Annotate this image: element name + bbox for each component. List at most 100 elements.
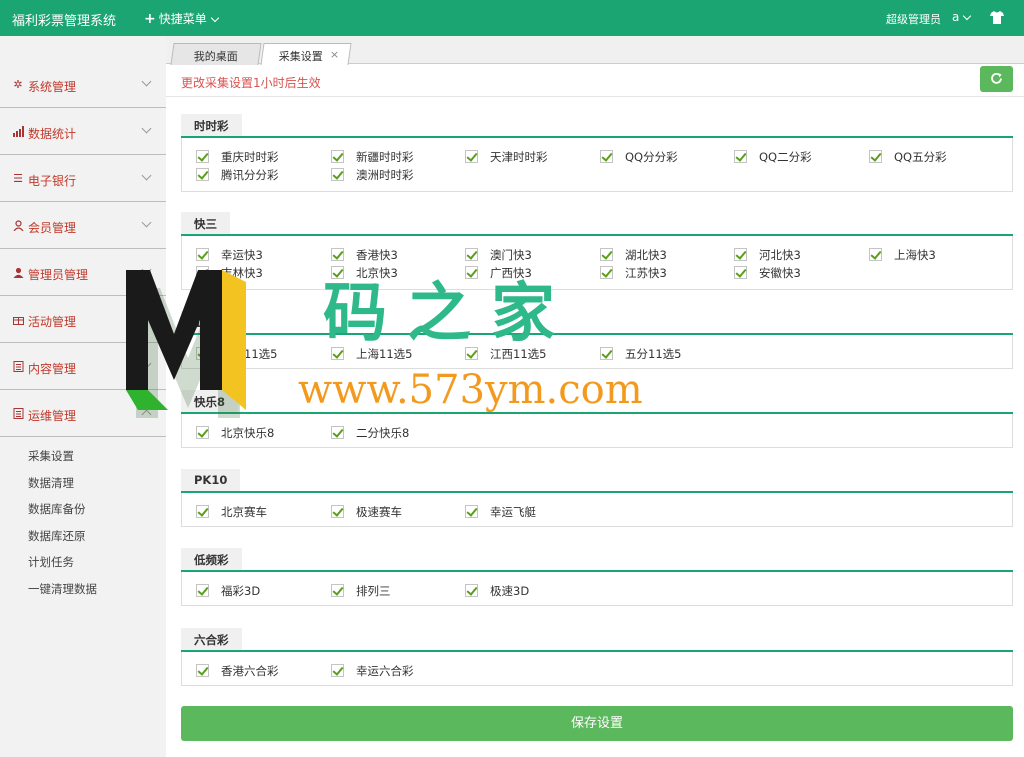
list-icon: ☰ <box>13 172 23 185</box>
checkbox-checked-icon[interactable] <box>331 150 344 163</box>
checkbox-checked-icon[interactable] <box>331 266 344 279</box>
checkbox-checked-icon[interactable] <box>331 168 344 181</box>
checkbox-label: 五分11选5 <box>625 347 682 361</box>
checkbox-checked-icon[interactable] <box>465 266 478 279</box>
group-title: 快乐8 <box>181 390 239 412</box>
group-title: PK10 <box>181 469 241 491</box>
checkbox-label: QQ二分彩 <box>759 150 812 164</box>
bar-chart-icon <box>12 126 24 138</box>
gift-icon <box>12 314 24 326</box>
group-header: 六合彩 <box>181 628 1013 652</box>
group-options: 重庆时时彩 新疆时时彩 天津时时彩 QQ分分彩 QQ二分彩 QQ五分彩 腾讯分分彩 澳洲时时彩 <box>181 138 1013 192</box>
checkbox-checked-icon[interactable] <box>600 266 613 279</box>
checkbox-checked-icon[interactable] <box>465 150 478 163</box>
checkbox-label: 极速赛车 <box>356 505 402 519</box>
chevron-down-icon <box>141 264 152 275</box>
checkbox-checked-icon[interactable] <box>600 150 613 163</box>
tab-bar: 我的桌面 采集设置 × <box>166 36 1024 65</box>
subnav-item-backup[interactable]: 数据库备份 <box>28 501 86 517</box>
checkbox-checked-icon[interactable] <box>734 266 747 279</box>
checkbox-checked-icon[interactable] <box>331 248 344 261</box>
checkbox-checked-icon[interactable] <box>734 248 747 261</box>
sidebar-item-label: 会员管理 <box>28 221 77 235</box>
group-header: PK10 <box>181 469 1013 493</box>
subnav-item-tasks[interactable]: 计划任务 <box>28 554 74 570</box>
checkbox-checked-icon[interactable] <box>465 584 478 597</box>
subnav-item-collect[interactable]: 采集设置 <box>28 448 74 464</box>
checkbox-checked-icon[interactable] <box>465 248 478 261</box>
checkbox-checked-icon[interactable] <box>331 347 344 360</box>
notice-text: 更改采集设置1小时后生效 <box>181 76 321 90</box>
chevron-down-icon <box>963 11 972 21</box>
checkbox-checked-icon[interactable] <box>196 584 209 597</box>
checkbox-checked-icon[interactable] <box>869 150 882 163</box>
chevron-down-icon <box>141 311 152 322</box>
checkbox-checked-icon[interactable] <box>734 150 747 163</box>
refresh-button[interactable] <box>980 66 1013 92</box>
checkbox-checked-icon[interactable] <box>196 266 209 279</box>
checkbox-checked-icon[interactable] <box>196 150 209 163</box>
sidebar-item-label: 系统管理 <box>28 80 77 94</box>
checkbox-label: 重庆时时彩 <box>221 150 279 164</box>
checkbox-checked-icon[interactable] <box>196 168 209 181</box>
group-title: 低频彩 <box>181 548 242 570</box>
chevron-down-icon <box>141 123 152 134</box>
gear-icon: ✲ <box>13 78 23 91</box>
sidebar-item-label: 活动管理 <box>28 315 77 329</box>
tab-label: 采集设置 <box>278 50 323 63</box>
checkbox-label: 江西11选5 <box>490 347 547 361</box>
checkbox-label: QQ五分彩 <box>894 150 947 164</box>
checkbox-label: 北京快3 <box>356 266 398 280</box>
checkbox-label: 澳洲时时彩 <box>356 168 414 182</box>
tab-collect-settings[interactable]: 采集设置 × <box>260 43 352 65</box>
sidebar-item-ops[interactable]: 运维管理 <box>0 391 166 437</box>
subnav-item-restore[interactable]: 数据库还原 <box>28 528 86 544</box>
quick-menu-button[interactable]: + 快捷菜单 <box>144 10 219 27</box>
checkbox-checked-icon[interactable] <box>331 505 344 518</box>
checkbox-checked-icon[interactable] <box>465 505 478 518</box>
sidebar-item-ebank[interactable]: ☰ 电子银行 <box>0 156 166 202</box>
group-options: 广东11选5 上海11选5 江西11选5 五分11选5 <box>181 335 1013 369</box>
admin-role-label: 超级管理员 <box>886 13 941 26</box>
user-menu[interactable]: a <box>952 10 972 24</box>
tab-desktop[interactable]: 我的桌面 <box>170 43 262 65</box>
checkbox-label: 广西快3 <box>490 266 532 280</box>
checkbox-label: QQ分分彩 <box>625 150 678 164</box>
sidebar-item-activities[interactable]: 活动管理 <box>0 297 166 343</box>
checkbox-checked-icon[interactable] <box>465 347 478 360</box>
checkbox-checked-icon[interactable] <box>196 248 209 261</box>
checkbox-checked-icon[interactable] <box>196 664 209 677</box>
checkbox-checked-icon[interactable] <box>331 426 344 439</box>
checkbox-checked-icon[interactable] <box>600 347 613 360</box>
checkbox-checked-icon[interactable] <box>196 347 209 360</box>
checkbox-label: 极速3D <box>490 584 530 598</box>
sidebar-item-system[interactable]: ✲ 系统管理 <box>0 62 166 108</box>
subnav-item-clean[interactable]: 数据清理 <box>28 475 74 491</box>
sidebar-item-admins[interactable]: 管理员管理 <box>0 250 166 296</box>
checkbox-checked-icon[interactable] <box>196 426 209 439</box>
checkbox-checked-icon[interactable] <box>331 584 344 597</box>
sidebar-item-label: 数据统计 <box>28 127 77 141</box>
checkbox-label: 江苏快3 <box>625 266 667 280</box>
checkbox-checked-icon[interactable] <box>600 248 613 261</box>
checkbox-checked-icon[interactable] <box>331 664 344 677</box>
subnav-item-oneclick-clean[interactable]: 一键清理数据 <box>28 581 97 597</box>
sidebar-item-members[interactable]: 会员管理 <box>0 203 166 249</box>
user-name: a <box>952 10 960 24</box>
checkbox-checked-icon[interactable] <box>869 248 882 261</box>
checkbox-label: 澳门快3 <box>490 248 532 262</box>
checkbox-label: 安徽快3 <box>759 266 801 280</box>
divider <box>166 96 1024 97</box>
document-icon <box>12 408 24 420</box>
group-options: 北京快乐8 二分快乐8 <box>181 414 1013 448</box>
save-button[interactable]: 保存设置 <box>181 706 1013 741</box>
group-options: 福彩3D 排列三 极速3D <box>181 572 1013 606</box>
group-header: 时时彩 <box>181 114 1013 138</box>
sidebar-item-label: 管理员管理 <box>28 268 89 282</box>
skin-shirt-icon[interactable] <box>990 11 1004 24</box>
close-icon[interactable]: × <box>330 48 339 61</box>
checkbox-checked-icon[interactable] <box>196 505 209 518</box>
sidebar-item-statistics[interactable]: 数据统计 <box>0 109 166 155</box>
checkbox-label: 幸运飞艇 <box>490 505 536 519</box>
sidebar-item-content[interactable]: 内容管理 <box>0 344 166 390</box>
